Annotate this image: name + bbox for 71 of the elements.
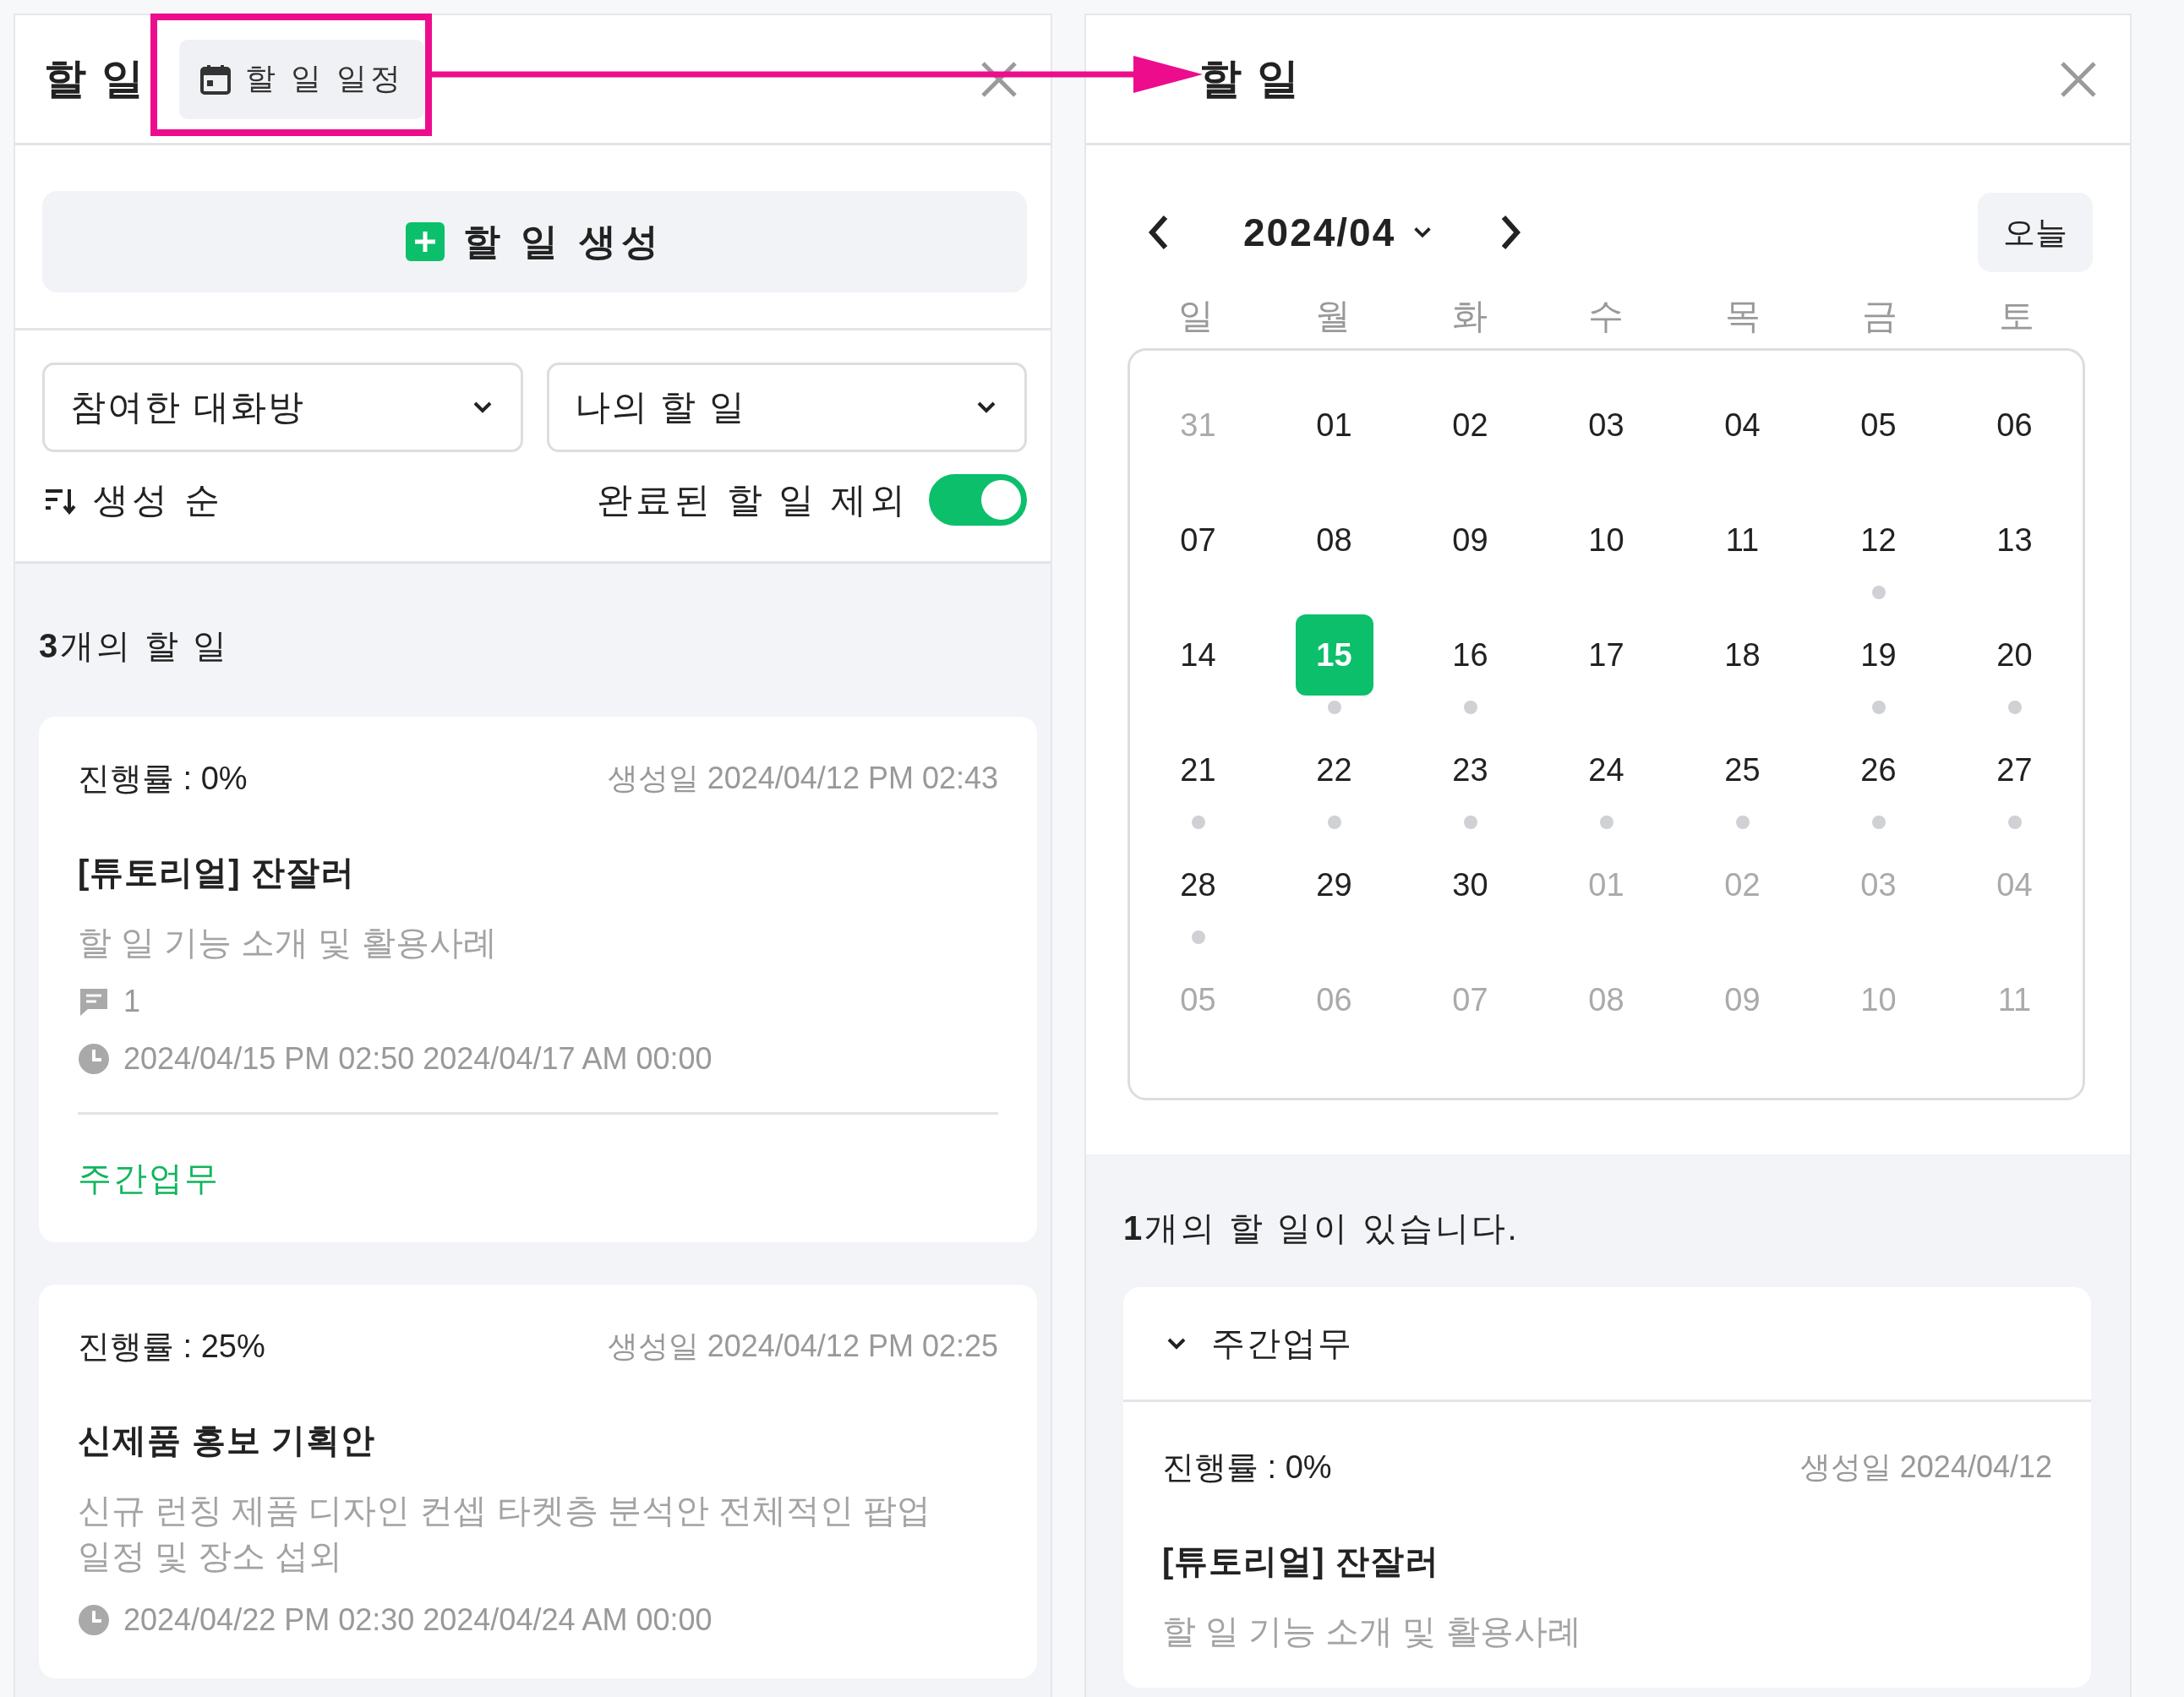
today-button[interactable]: 오늘 <box>1978 193 2093 272</box>
calendar-day[interactable]: 28 <box>1159 844 1237 925</box>
calendar-day[interactable]: 02 <box>1431 385 1510 466</box>
filter-dropdown[interactable]: 나의 할 일 <box>546 363 1027 452</box>
weekday-label: 토 <box>1998 295 2036 337</box>
todo-count: 3개의 할 일 <box>39 626 231 666</box>
progress-text: 진행률 : 25% <box>78 1328 265 1366</box>
calendar-day[interactable]: 13 <box>1975 499 2054 581</box>
calendar-day[interactable]: 09 <box>1431 499 1510 581</box>
calendar-day[interactable]: 25 <box>1703 729 1782 810</box>
calendar-day[interactable]: 07 <box>1159 499 1237 581</box>
calendar-day[interactable]: 01 <box>1295 385 1373 466</box>
calendar-day[interactable]: 08 <box>1295 499 1373 581</box>
schedule-text: 2024/04/15 PM 02:50 2024/04/17 AM 00:00 <box>123 1041 713 1077</box>
calendar-day[interactable]: 10 <box>1567 499 1646 581</box>
calendar-day[interactable]: 18 <box>1703 614 1782 696</box>
weekday-label: 목 <box>1724 295 1762 337</box>
calendar-day[interactable]: 11 <box>1703 499 1782 581</box>
weekday-label: 금 <box>1861 295 1899 337</box>
todo-title: [튜토리얼] 잔잘러 <box>78 853 356 892</box>
calendar-day[interactable]: 20 <box>1975 614 2054 696</box>
progress-text: 진행률 : 0% <box>1162 1449 1332 1487</box>
todo-title: 신제품 홍보 기획안 <box>78 1421 377 1460</box>
calendar-day[interactable]: 22 <box>1295 729 1373 810</box>
calendar-day[interactable]: 19 <box>1839 614 1918 696</box>
created-date: 생성일 2024/04/12 PM 02:25 <box>607 1328 998 1365</box>
calendar-day[interactable]: 04 <box>1703 385 1782 466</box>
todo-description: 할 일 기능 소개 및 활용사례 <box>1162 1612 1582 1651</box>
group-header[interactable]: 주간업무 <box>1123 1287 2091 1402</box>
calendar-day[interactable]: 06 <box>1975 385 2054 466</box>
plus-icon <box>406 222 445 261</box>
weekday-label: 월 <box>1313 295 1351 337</box>
calendar-day[interactable]: 16 <box>1431 614 1510 696</box>
calendar-icon <box>199 63 232 95</box>
calendar-day[interactable]: 21 <box>1159 729 1237 810</box>
filter-dropdown[interactable]: 참여한 대화방 <box>42 363 523 452</box>
panel-title: 할 일 <box>1199 54 1301 104</box>
calendar-day[interactable]: 27 <box>1975 729 2054 810</box>
weekday-label: 화 <box>1450 295 1488 337</box>
calendar-day[interactable]: 14 <box>1159 614 1237 696</box>
month-selector[interactable]: 2024/04 <box>1238 209 1440 256</box>
weekday-label: 일 <box>1177 295 1215 337</box>
created-date: 생성일 2024/04/12 PM 02:43 <box>607 760 998 797</box>
sort-button[interactable]: 생성 순 <box>44 476 223 524</box>
todo-card[interactable]: 진행률 : 25% 생성일 2024/04/12 PM 02:25 신제품 홍보 기획안 신규 런칭 제품 디자인 컨셉 타켓층 분석안 전체적인 팝업 일정 및 장소 섭외 2024/04/22 PM 02:30 2024/04/24 AM 00:00 <box>39 1285 1037 1678</box>
comment-count: 1 <box>123 984 141 1019</box>
todo-summary: 1개의 할 일이 있습니다. <box>1123 1209 1521 1248</box>
todo-card[interactable]: 진행률 : 0% 생성일 2024/04/12 PM 02:43 [튜토리얼] 잔잘러 할 일 기능 소개 및 활용사례 1 2024/04/15 PM 02:50 2024/04/17 AM 00:00 주간업무 <box>39 717 1037 1242</box>
toggle-switch[interactable] <box>929 474 1027 526</box>
todo-description: 신규 런칭 제품 디자인 컨셉 타켓층 분석안 전체적인 팝업 일정 및 장소 섭외 <box>78 1491 931 1576</box>
calendar-day[interactable]: 05 <box>1839 385 1918 466</box>
created-date: 생성일 2024/04/12 <box>1799 1449 2052 1486</box>
calendar-day[interactable]: 24 <box>1567 729 1646 810</box>
calendar-day[interactable]: 26 <box>1839 729 1918 810</box>
schedule-tab[interactable]: 할 일 일정 <box>178 39 424 119</box>
calendar-day[interactable]: 30 <box>1431 844 1510 925</box>
create-todo-button[interactable]: 할 일 생성 <box>42 191 1027 292</box>
calendar-day[interactable]: 17 <box>1567 614 1646 696</box>
weekday-label: 수 <box>1587 295 1625 337</box>
panel-title: 할 일 <box>44 54 145 104</box>
progress-text: 진행률 : 0% <box>78 760 248 798</box>
todo-description: 할 일 기능 소개 및 활용사례 <box>78 923 498 963</box>
clock-icon <box>78 1604 110 1636</box>
schedule-text: 2024/04/22 PM 02:30 2024/04/24 AM 00:00 <box>123 1602 713 1638</box>
todo-title: [튜토리얼] 잔잘러 <box>1162 1541 1440 1581</box>
calendar-day[interactable]: 23 <box>1431 729 1510 810</box>
calendar-day[interactable]: 12 <box>1839 499 1918 581</box>
toggle-label: 완료된 할 일 제외 <box>597 478 909 521</box>
clock-icon <box>78 1043 110 1075</box>
calendar-day[interactable]: 29 <box>1295 844 1373 925</box>
calendar-day[interactable]: 03 <box>1567 385 1646 466</box>
